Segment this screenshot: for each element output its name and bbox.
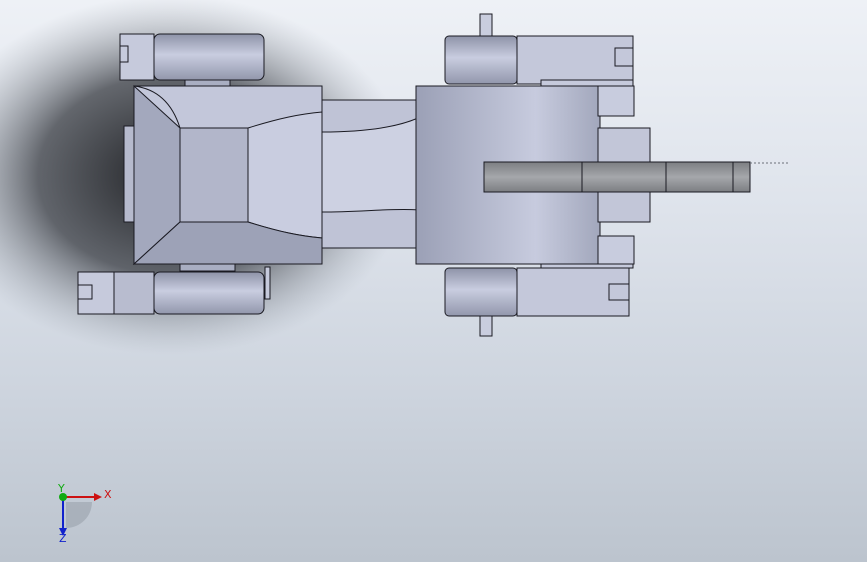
engine-hood[interactable]: [123, 84, 323, 266]
chassis-neck[interactable]: [321, 99, 419, 249]
coordinate-triad[interactable]: X Y Z: [57, 482, 112, 545]
model-canvas[interactable]: X Y Z: [0, 0, 867, 562]
graphics-viewport[interactable]: X Y Z: [0, 0, 867, 562]
wheel-front-left[interactable]: [119, 33, 265, 87]
x-axis-label: X: [104, 488, 112, 501]
y-axis-label: Y: [57, 482, 65, 495]
z-axis-label: Z: [59, 532, 67, 545]
loader-arm[interactable]: [483, 161, 790, 193]
x-axis-arrow-icon: [94, 493, 102, 501]
triad-base-shadow: [66, 502, 92, 528]
tractor-model[interactable]: [77, 13, 790, 337]
